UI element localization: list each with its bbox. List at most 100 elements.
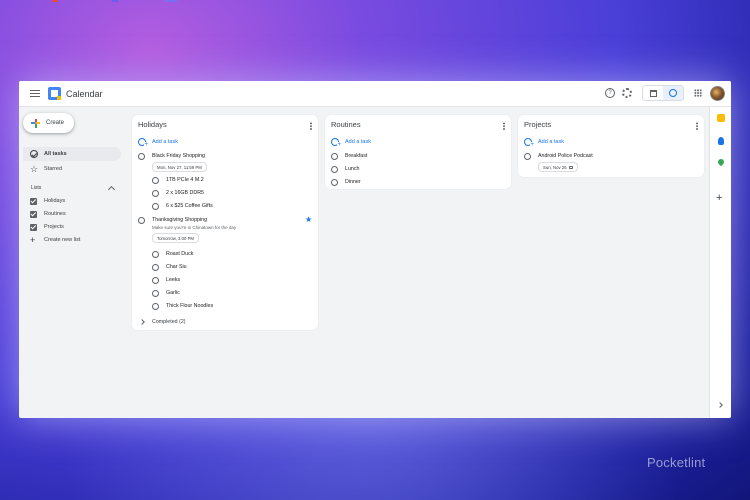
task-complete-circle[interactable] bbox=[331, 178, 338, 186]
task-complete-circle[interactable] bbox=[331, 165, 338, 173]
add-addon-icon[interactable]: + bbox=[716, 193, 722, 204]
task-complete-circle[interactable] bbox=[152, 202, 159, 210]
nav-all-tasks[interactable]: All tasks bbox=[23, 147, 121, 161]
plus-icon bbox=[31, 118, 40, 128]
task-date-chip[interactable]: Tomorrow, 3:00 PM bbox=[152, 233, 200, 243]
star-icon: ☆ bbox=[30, 164, 39, 174]
add-task-label: Add a task bbox=[345, 139, 371, 145]
list-item-projects[interactable]: Projects bbox=[30, 221, 64, 233]
task-item[interactable]: Lunch bbox=[331, 165, 360, 173]
task-title: Garlic bbox=[166, 290, 180, 296]
calendar-view-button[interactable] bbox=[643, 86, 663, 100]
completed-label: Completed (2) bbox=[152, 319, 186, 325]
task-title: 1TB PCIe 4 M.2 bbox=[166, 177, 204, 183]
task-note: Make sure you're in Chinatown for the da… bbox=[152, 225, 237, 230]
task-complete-circle[interactable] bbox=[138, 216, 145, 224]
task-complete-circle[interactable] bbox=[524, 152, 531, 160]
add-task-icon bbox=[138, 138, 148, 148]
add-task-label: Add a task bbox=[152, 139, 178, 145]
lists-header[interactable]: Lists bbox=[31, 185, 116, 194]
task-date-chip[interactable]: Mon, Nov 27, 11:59 PM bbox=[152, 162, 207, 172]
starred-icon[interactable]: ★ bbox=[305, 216, 312, 224]
task-complete-circle[interactable] bbox=[152, 250, 159, 258]
subtask-item[interactable]: Char Siu bbox=[152, 263, 187, 271]
task-list-card-routines: Routines Add a task Breakfast Lunch Dinn… bbox=[325, 115, 511, 189]
repeat-icon bbox=[568, 165, 573, 169]
tasks-view-icon bbox=[669, 89, 677, 97]
subtask-item[interactable]: Roast Duck bbox=[152, 250, 194, 258]
nav-starred[interactable]: ☆ Starred bbox=[23, 162, 121, 176]
task-title: Lunch bbox=[345, 166, 360, 172]
task-date-chip[interactable]: Sun, Nov 26 bbox=[538, 162, 578, 172]
nav-label: Starred bbox=[44, 166, 63, 172]
task-complete-circle[interactable] bbox=[152, 263, 159, 271]
add-task-button[interactable]: Add a task bbox=[524, 138, 564, 148]
task-complete-circle[interactable] bbox=[331, 152, 338, 160]
task-item[interactable]: Thanksgiving Shopping Make sure you're i… bbox=[138, 216, 237, 243]
task-item[interactable]: Android Police Podcast Sun, Nov 26 bbox=[524, 152, 593, 172]
list-label: Routines bbox=[44, 211, 66, 217]
task-title: Android Police Podcast bbox=[538, 153, 593, 159]
list-item-holidays[interactable]: Holidays bbox=[30, 195, 65, 207]
task-title: Black Friday Shopping bbox=[152, 153, 205, 159]
task-title: Thanksgiving Shopping bbox=[152, 217, 208, 223]
task-complete-circle[interactable] bbox=[152, 289, 159, 297]
subtask-item[interactable]: 6 x $25 Coffee Gifts bbox=[152, 202, 213, 210]
checkbox[interactable] bbox=[30, 197, 37, 205]
gear-icon[interactable] bbox=[622, 88, 632, 98]
task-item[interactable]: Breakfast bbox=[331, 152, 368, 160]
task-complete-circle[interactable] bbox=[138, 152, 145, 160]
apps-grid-icon[interactable] bbox=[694, 89, 702, 97]
task-title: 6 x $25 Coffee Gifts bbox=[166, 203, 213, 209]
view-toggle bbox=[642, 85, 684, 101]
keep-icon[interactable] bbox=[717, 114, 725, 122]
list-item-routines[interactable]: Routines bbox=[30, 208, 66, 220]
help-icon[interactable]: ? bbox=[605, 88, 615, 98]
more-options-icon[interactable] bbox=[696, 122, 698, 130]
maps-icon[interactable] bbox=[716, 157, 726, 167]
task-complete-circle[interactable] bbox=[152, 276, 159, 284]
subtask-item[interactable]: 2 x 16GB DDR5 bbox=[152, 189, 204, 197]
task-title: Thick Flour Noodles bbox=[166, 303, 214, 309]
watermark: Pocketlint bbox=[647, 455, 706, 470]
list-title: Routines bbox=[331, 120, 361, 129]
sidebar: Create All tasks ☆ Starred Lists Holiday… bbox=[19, 107, 127, 418]
more-options-icon[interactable] bbox=[310, 122, 312, 130]
task-list-card-projects: Projects Add a task Android Police Podca… bbox=[518, 115, 704, 177]
top-app-bar: Calendar ? bbox=[19, 81, 731, 107]
task-complete-circle[interactable] bbox=[152, 302, 159, 310]
subtask-item[interactable]: Thick Flour Noodles bbox=[152, 302, 214, 310]
task-date: Sun, Nov 26 bbox=[543, 164, 567, 170]
task-item[interactable]: Dinner bbox=[331, 178, 361, 186]
add-task-button[interactable]: Add a task bbox=[138, 138, 178, 148]
expand-panel-icon[interactable] bbox=[717, 402, 723, 408]
create-new-list[interactable]: + Create new list bbox=[30, 234, 80, 246]
add-task-icon bbox=[524, 138, 534, 148]
top-edge-marks bbox=[50, 0, 180, 2]
task-list-card-holidays: Holidays Add a task Black Friday Shoppin… bbox=[132, 115, 318, 330]
list-label: Projects bbox=[44, 224, 64, 230]
task-item[interactable]: Black Friday Shopping Mon, Nov 27, 11:59… bbox=[138, 152, 207, 172]
contacts-icon[interactable] bbox=[718, 137, 724, 145]
more-options-icon[interactable] bbox=[503, 122, 505, 130]
calendar-window: Calendar ? Create All tasks ☆ Starred Li… bbox=[19, 81, 731, 418]
add-task-label: Add a task bbox=[538, 139, 564, 145]
completed-toggle[interactable]: Completed (2) bbox=[138, 319, 186, 325]
checkbox[interactable] bbox=[30, 210, 37, 218]
checkbox[interactable] bbox=[30, 223, 37, 231]
chevron-up-icon bbox=[107, 185, 116, 194]
subtask-item[interactable]: Leeks bbox=[152, 276, 180, 284]
avatar[interactable] bbox=[710, 85, 725, 101]
menu-icon[interactable] bbox=[30, 89, 40, 98]
subtask-item[interactable]: 1TB PCIe 4 M.2 bbox=[152, 176, 204, 184]
task-title: Roast Duck bbox=[166, 251, 194, 257]
add-task-button[interactable]: Add a task bbox=[331, 138, 371, 148]
tasks-view-button[interactable] bbox=[663, 86, 683, 100]
task-title: 2 x 16GB DDR5 bbox=[166, 190, 204, 196]
task-complete-circle[interactable] bbox=[152, 189, 159, 197]
subtask-item[interactable]: Garlic bbox=[152, 289, 180, 297]
create-button[interactable]: Create bbox=[23, 113, 74, 133]
task-complete-circle[interactable] bbox=[152, 176, 159, 184]
task-title: Breakfast bbox=[345, 153, 368, 159]
list-title: Holidays bbox=[138, 120, 167, 129]
